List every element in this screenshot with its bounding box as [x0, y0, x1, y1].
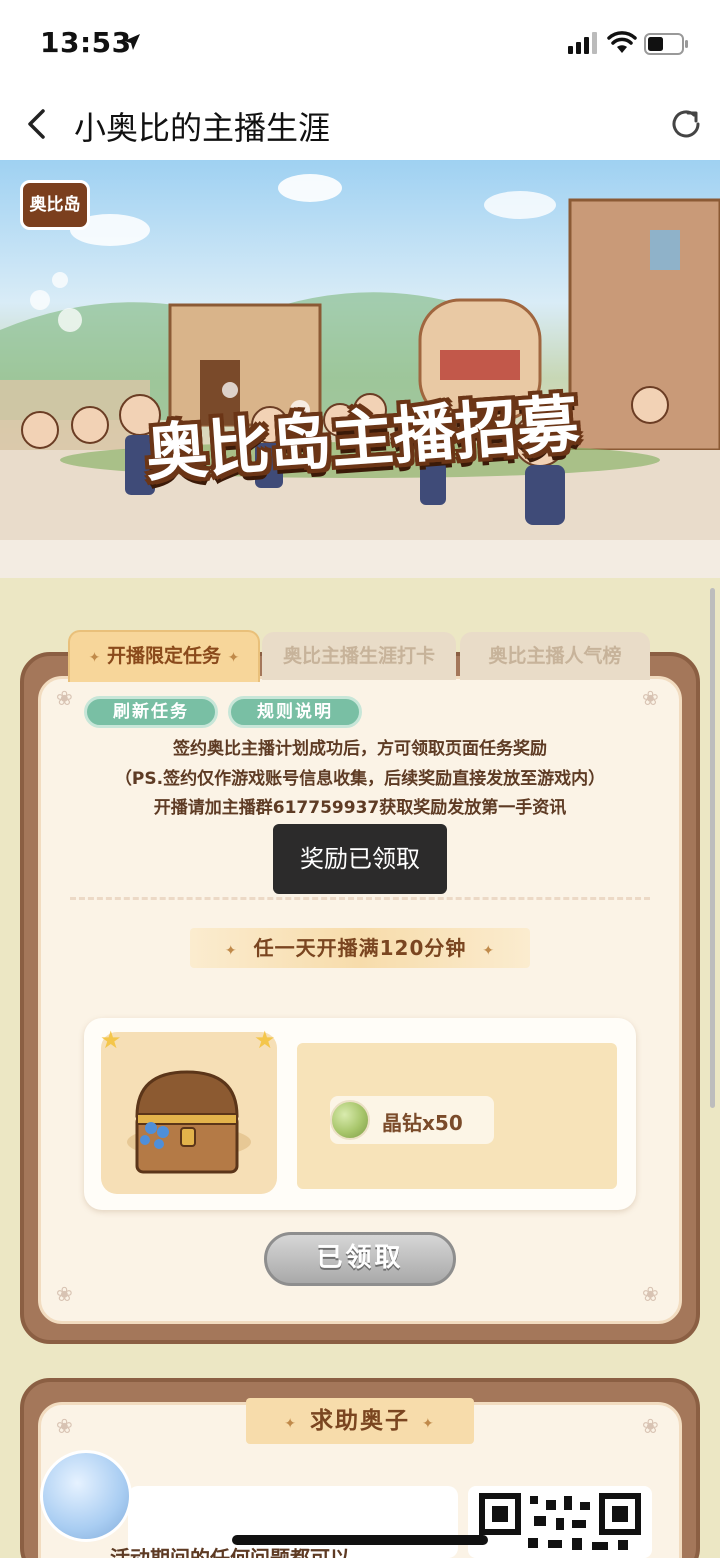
toast-message: 奖励已领取 [273, 824, 447, 894]
mascot-avatar [40, 1450, 132, 1542]
flower-icon: ❀ [642, 1282, 659, 1306]
tab-label: 开播限定任务 [106, 645, 221, 667]
flower-icon: ❀ [56, 686, 73, 710]
chevron-left-icon[interactable] [22, 104, 54, 144]
rules-button[interactable]: 规则说明 [228, 696, 362, 728]
crystal-diamond-icon [330, 1100, 370, 1140]
location-arrow-icon [124, 34, 140, 50]
diamond-icon: ✦ [224, 943, 238, 959]
diamond-icon: ✦ [482, 943, 496, 959]
claimed-button[interactable]: 已领取 [264, 1232, 456, 1286]
chest-frame [101, 1032, 277, 1194]
task-title: 任一天开播满120分钟 [253, 936, 467, 960]
info-line-2: （PS.签约仅作游戏账号信息收集，后续奖励直接发放至游戏内） [114, 769, 606, 789]
info-line-1: 签约奥比主播计划成功后，方可领取页面任务奖励 [173, 739, 547, 759]
refresh-icon[interactable] [668, 106, 704, 142]
status-bar: 13:53 [0, 0, 720, 88]
status-time: 13:53 [40, 26, 132, 59]
star-icon: ★ [254, 1026, 276, 1054]
battery-icon [644, 33, 688, 55]
flower-icon: ❀ [56, 1414, 73, 1438]
scrollbar[interactable] [710, 588, 715, 1108]
help-title-ribbon: ✦ 求助奥子 ✦ [246, 1398, 474, 1444]
banner-scene [0, 174, 720, 580]
banner-image: 奥比岛 奥比岛主播招募 [0, 160, 720, 580]
reward-item-label: 晶钻x50 [382, 1111, 463, 1135]
nav-bar: 小奥比的主播生涯 [0, 88, 720, 160]
tab-label: 奥比主播人气榜 [488, 645, 622, 667]
divider [70, 897, 650, 900]
info-line-3: 开播请加主播群617759937获取奖励发放第一手资讯 [153, 798, 567, 818]
flower-icon: ❀ [642, 686, 659, 710]
tab-career-checkin[interactable]: 奥比主播生涯打卡 [262, 632, 456, 680]
tab-label: 奥比主播生涯打卡 [282, 645, 435, 667]
task-title-ribbon: ✦ 任一天开播满120分钟 ✦ [190, 928, 530, 968]
flower-icon: ❀ [56, 1282, 73, 1306]
star-icon: ★ [100, 1026, 122, 1054]
tab-popularity-ranking[interactable]: 奥比主播人气榜 [460, 632, 650, 680]
cellular-signal-icon [568, 32, 597, 54]
diamond-icon: ✦ [422, 1416, 436, 1432]
qr-code-icon [479, 1493, 641, 1550]
diamond-icon: ✦ [88, 650, 101, 666]
tab-limited-tasks[interactable]: ✦ 开播限定任务 ✦ [68, 630, 260, 682]
diamond-icon: ✦ [284, 1416, 298, 1432]
refresh-tasks-button[interactable]: 刷新任务 [84, 696, 218, 728]
help-title: 求助奥子 [310, 1408, 410, 1434]
wifi-icon [607, 31, 637, 53]
banner-logo: 奥比岛 [20, 180, 90, 230]
qr-code [468, 1486, 652, 1558]
page-title: 小奥比的主播生涯 [74, 109, 331, 147]
flower-icon: ❀ [642, 1414, 659, 1438]
treasure-chest-icon [127, 1070, 251, 1174]
home-indicator[interactable] [232, 1535, 488, 1545]
diamond-icon: ✦ [227, 650, 240, 666]
